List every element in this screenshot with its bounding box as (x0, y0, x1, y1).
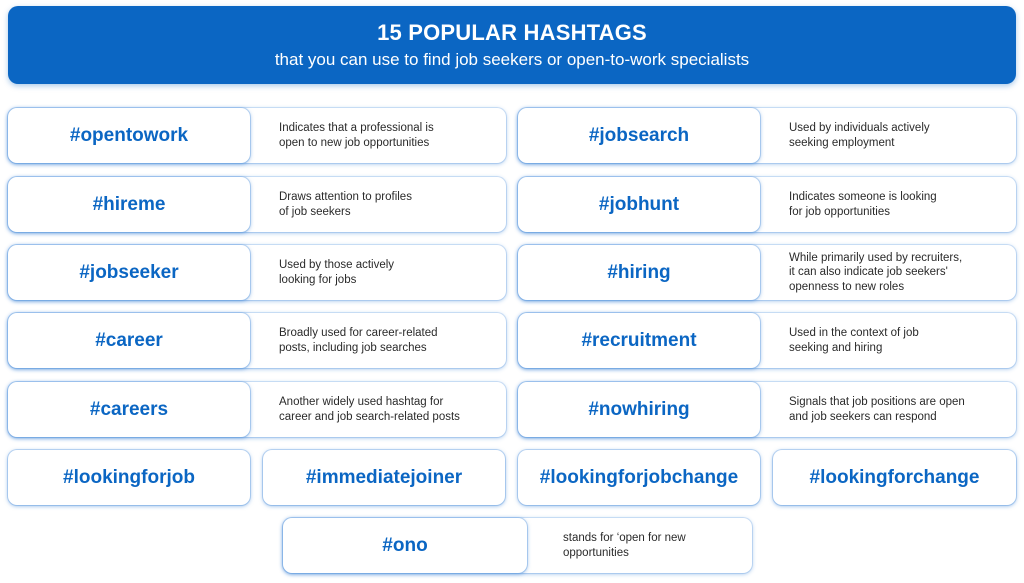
hashtag-label: #career (8, 313, 250, 368)
hashtag-label: #nowhiring (518, 382, 760, 437)
hashtag-description: Draws attention to profiles of job seeke… (279, 177, 496, 232)
hashtag-label: #lookingforchange (773, 450, 1016, 505)
hashtag-label: #jobseeker (8, 245, 250, 300)
hashtag-card: #career Broadly used for career-related … (8, 313, 506, 368)
description-text: stands for ‘open for new opportunities (563, 532, 686, 559)
page-title: 15 POPULAR HASHTAGS (377, 20, 647, 45)
hashtag-card: #jobseeker Used by those actively lookin… (8, 245, 506, 300)
description-text: Signals that job positions are open and … (789, 396, 965, 423)
hashtag-label: #opentowork (8, 108, 250, 163)
hashtag-card: #jobsearch Used by individuals actively … (518, 108, 1016, 163)
hashtag-card: #careers Another widely used hashtag for… (8, 382, 506, 437)
description-text: Used in the context of job seeking and h… (789, 327, 919, 354)
hashtag-card: #nowhiring Signals that job positions ar… (518, 382, 1016, 437)
hashtag-label: #careers (8, 382, 250, 437)
hashtag-description: stands for ‘open for new opportunities (563, 518, 742, 573)
hashtag-label: #recruitment (518, 313, 760, 368)
description-text: While primarily used by recruiters, it c… (789, 251, 963, 293)
description-text: Indicates someone is looking for job opp… (789, 191, 937, 218)
hashtag-card: #jobhunt Indicates someone is looking fo… (518, 177, 1016, 232)
hashtag-description: Another widely used hashtag for career a… (279, 382, 496, 437)
hashtag-card: #hiring While primarily used by recruite… (518, 245, 1016, 300)
hashtag-label: #hiring (518, 245, 760, 300)
hashtag-label: #jobsearch (518, 108, 760, 163)
hashtag-label: #lookingforjob (8, 450, 250, 505)
description-text: Broadly used for career-related posts, i… (279, 327, 438, 354)
hashtag-card: #hireme Draws attention to profiles of j… (8, 177, 506, 232)
hashtag-description: Indicates that a professional is open to… (279, 108, 496, 163)
hashtag-description: Broadly used for career-related posts, i… (279, 313, 496, 368)
hashtag-description: Indicates someone is looking for job opp… (789, 177, 1006, 232)
header-banner: 15 POPULAR HASHTAGS that you can use to … (8, 6, 1016, 84)
hashtag-description: While primarily used by recruiters, it c… (789, 245, 1006, 300)
hashtag-description: Used by those actively looking for jobs (279, 245, 496, 300)
hashtag-description: Signals that job positions are open and … (789, 382, 1006, 437)
hashtag-description: Used by individuals actively seeking emp… (789, 108, 1006, 163)
page-subtitle: that you can use to find job seekers or … (274, 50, 750, 69)
hashtag-card: #opentowork Indicates that a professiona… (8, 108, 506, 163)
hashtag-label: #hireme (8, 177, 250, 232)
description-text: Indicates that a professional is open to… (279, 122, 434, 149)
hashtag-label: #lookingforjobchange (518, 450, 760, 505)
hashtag-label: #immediatejoiner (263, 450, 505, 505)
hashtag-label: #ono (283, 518, 527, 573)
hashtag-card: #ono stands for ‘open for new opportunit… (283, 518, 752, 573)
description-text: Used by those actively looking for jobs (279, 259, 395, 286)
hashtag-label: #jobhunt (518, 177, 760, 232)
description-text: Draws attention to profiles of job seeke… (279, 191, 412, 218)
hashtag-card: #recruitment Used in the context of job … (518, 313, 1016, 368)
description-text: Used by individuals actively seeking emp… (789, 122, 930, 149)
hashtag-description: Used in the context of job seeking and h… (789, 313, 1006, 368)
description-text: Another widely used hashtag for career a… (279, 396, 460, 423)
